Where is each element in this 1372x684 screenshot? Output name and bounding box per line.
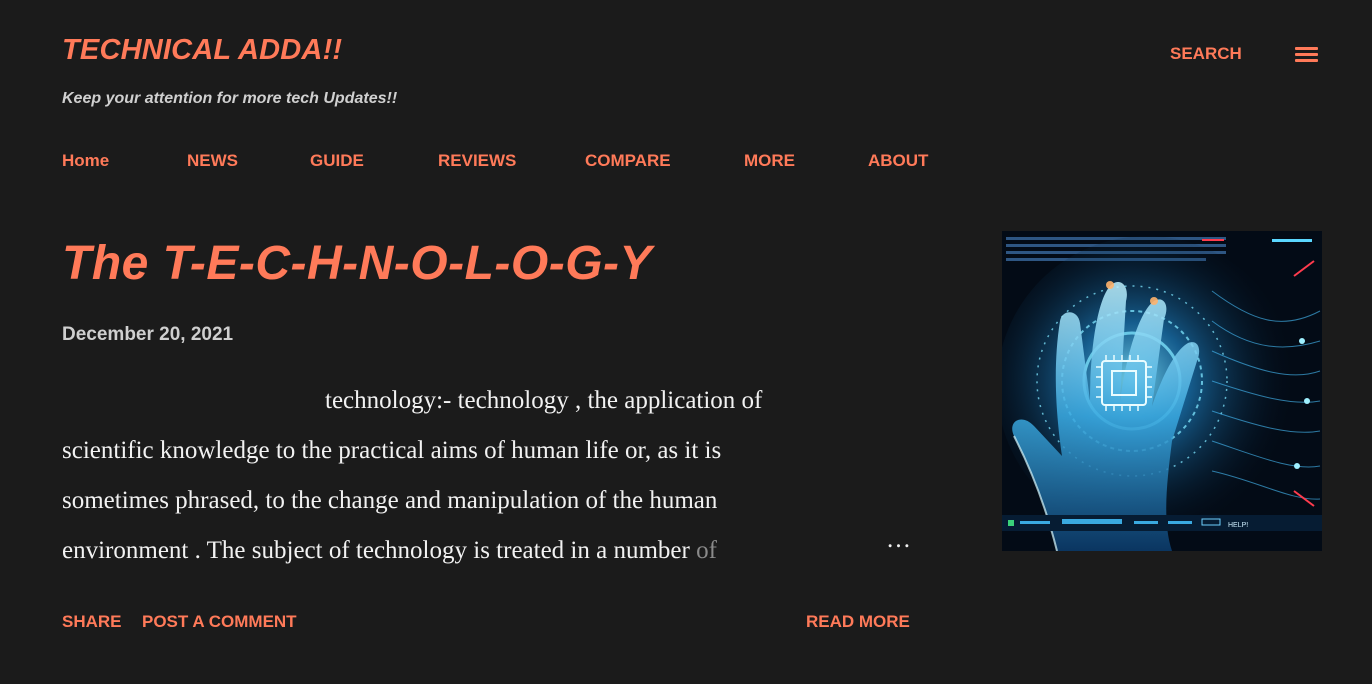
post-snippet: technology:- technology , the applicatio…	[62, 376, 842, 576]
post-comment-button[interactable]: POST A COMMENT	[142, 612, 297, 632]
technology-hand-image: HELP!	[1002, 231, 1322, 551]
nav-item-guide[interactable]: GUIDE	[310, 151, 364, 171]
snippet-line: scientific knowledge to the practical ai…	[62, 437, 722, 464]
nav-item-more[interactable]: MORE	[744, 151, 795, 171]
nav-item-about[interactable]: ABOUT	[868, 151, 928, 171]
post-title[interactable]: The T-E-C-H-N-O-L-O-G-Y	[62, 236, 652, 291]
site-tagline: Keep your attention for more tech Update…	[62, 90, 398, 107]
snippet-line: environment . The subject of technology …	[62, 526, 842, 576]
snippet-line: sometimes phrased, to the change and man…	[62, 487, 718, 514]
snippet-ellipsis: …	[886, 526, 911, 553]
site-title[interactable]: TECHNICAL ADDA!!	[62, 34, 342, 67]
snippet-line: technology:- technology , the applicatio…	[325, 387, 763, 414]
snippet-fade-text: of	[696, 537, 717, 564]
hamburger-menu-icon[interactable]	[1295, 44, 1319, 64]
nav-item-home[interactable]: Home	[62, 151, 109, 171]
nav-item-reviews[interactable]: REVIEWS	[438, 151, 516, 171]
nav-item-compare[interactable]: COMPARE	[585, 151, 671, 171]
post-thumbnail[interactable]: HELP!	[1002, 231, 1322, 551]
nav-item-news[interactable]: NEWS	[187, 151, 238, 171]
share-button[interactable]: SHARE	[62, 612, 122, 632]
read-more-button[interactable]: READ MORE	[806, 612, 910, 632]
snippet-line-text: environment . The subject of technology …	[62, 537, 690, 564]
post-date: December 20, 2021	[62, 324, 234, 345]
search-button[interactable]: SEARCH	[1170, 44, 1242, 64]
thumbnail-caption: HELP!	[1228, 522, 1248, 529]
